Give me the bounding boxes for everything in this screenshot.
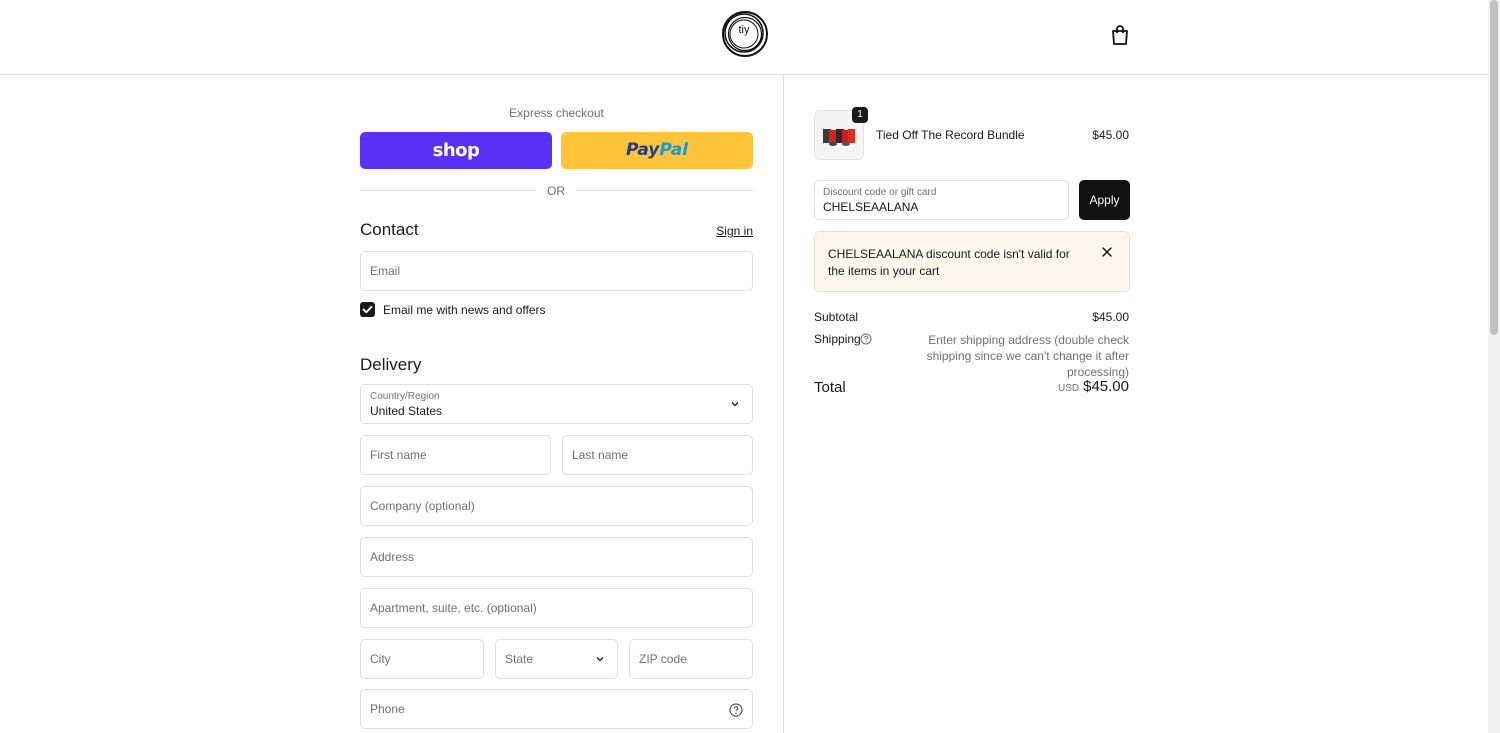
address-placeholder: Address [370, 550, 415, 564]
discount-label: Discount code or gift card [823, 187, 937, 198]
logo-text: tiy [738, 24, 750, 36]
discount-value: CHELSEAALANA [823, 200, 919, 214]
paypal-button[interactable]: PayPal [561, 132, 753, 169]
apartment-placeholder: Apartment, suite, etc. (optional) [370, 601, 537, 615]
or-divider: OR [360, 184, 753, 198]
subtotal-label: Subtotal [814, 310, 859, 324]
scrollbar[interactable] [1488, 0, 1500, 733]
total-value: $45.00 [1083, 378, 1129, 395]
last-name-placeholder: Last name [572, 448, 629, 462]
company-field[interactable]: Company (optional) [360, 486, 753, 526]
product-price: $45.00 [1092, 128, 1129, 142]
discount-error-banner: CHELSEAALANA discount code isn't valid f… [814, 231, 1130, 292]
state-select[interactable]: State [495, 639, 618, 679]
city-placeholder: City [370, 652, 391, 666]
newsletter-checkbox[interactable] [360, 302, 375, 317]
contact-title: Contact [360, 220, 419, 239]
shop-pay-button[interactable]: shop [360, 132, 552, 169]
discount-error-text: CHELSEAALANA discount code isn't valid f… [828, 247, 1070, 278]
last-name-field[interactable]: Last name [562, 435, 753, 475]
product-name: Tied Off The Record Bundle [876, 128, 1025, 142]
address-field[interactable]: Address [360, 537, 753, 577]
email-field[interactable]: Email [360, 251, 753, 291]
shop-pay-label: shop [432, 140, 480, 161]
chevron-down-icon [596, 657, 604, 662]
first-name-placeholder: First name [370, 448, 427, 462]
column-divider [783, 75, 784, 733]
country-value: United States [370, 404, 443, 418]
discount-code-field[interactable]: Discount code or gift card CHELSEAALANA [814, 180, 1069, 220]
sign-in-link[interactable]: Sign in [700, 224, 753, 238]
country-label: Country/Region [370, 391, 440, 402]
or-text: OR [547, 184, 565, 198]
or-line-left [360, 190, 536, 191]
country-select[interactable]: Country/Region United States [360, 384, 753, 424]
help-circle-icon[interactable] [729, 703, 743, 717]
shipping-label: Shipping [814, 332, 861, 346]
city-field[interactable]: City [360, 639, 484, 679]
email-placeholder: Email [370, 264, 401, 278]
phone-field[interactable]: Phone [360, 689, 753, 729]
header: tiy [0, 0, 1488, 75]
express-checkout-title: Express checkout [509, 106, 604, 120]
apply-button[interactable]: Apply [1079, 180, 1130, 220]
paypal-label-pay: Pay [625, 140, 660, 160]
shopping-bag-icon[interactable] [1110, 24, 1130, 46]
close-icon[interactable] [1101, 246, 1113, 258]
total-currency: USD [1058, 383, 1080, 394]
delivery-title: Delivery [360, 355, 422, 374]
or-line-right [576, 190, 753, 191]
quantity-badge: 1 [852, 107, 868, 123]
shipping-help-icon[interactable] [860, 333, 872, 345]
subtotal-value: $45.00 [1092, 310, 1129, 324]
apartment-field[interactable]: Apartment, suite, etc. (optional) [360, 588, 753, 628]
zip-field[interactable]: ZIP code [629, 639, 753, 679]
phone-placeholder: Phone [370, 702, 405, 716]
checkmark-icon [362, 305, 373, 314]
newsletter-label: Email me with news and offers [383, 303, 546, 317]
first-name-field[interactable]: First name [360, 435, 551, 475]
scrollbar-thumb[interactable] [1490, 0, 1498, 335]
chevron-down-icon [731, 402, 739, 407]
zip-placeholder: ZIP code [639, 652, 687, 666]
shipping-note: Enter shipping address (double check shi… [926, 333, 1129, 379]
company-placeholder: Company (optional) [370, 499, 475, 513]
state-placeholder: State [505, 652, 534, 666]
paypal-label-pal: Pal [659, 140, 689, 160]
total-label: Total [814, 379, 846, 396]
logo[interactable]: tiy [721, 10, 769, 58]
